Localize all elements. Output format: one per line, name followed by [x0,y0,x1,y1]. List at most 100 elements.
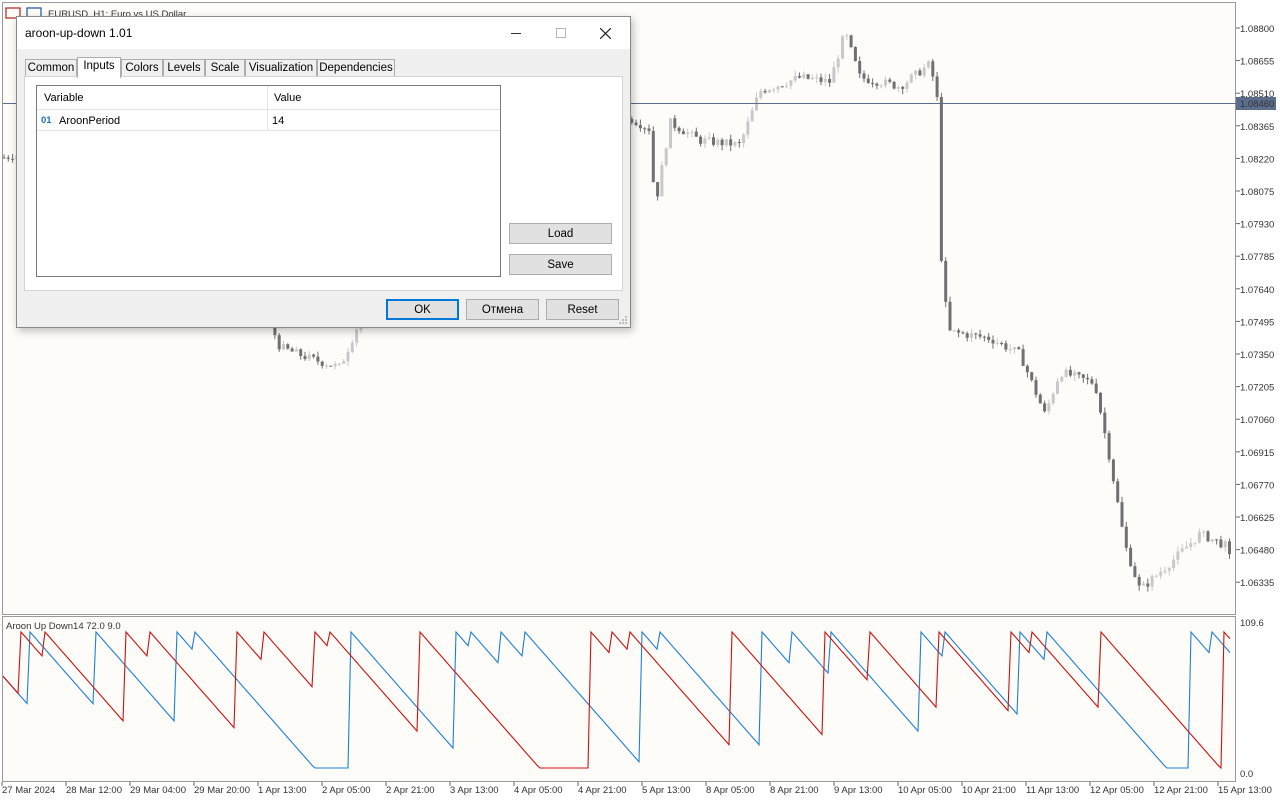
current-price-tag: 1.08460 [1236,97,1276,110]
candle-body [342,361,346,364]
candle-body [772,89,776,91]
candle-body [634,122,638,126]
time-label: 3 Apr 13:00 [450,785,499,796]
value-cell[interactable]: 14 [272,115,284,127]
candle-body [888,79,892,82]
candle-body [896,87,900,89]
load-button[interactable]: Load [509,223,612,244]
candle-body [849,35,853,48]
candle-body [277,335,281,350]
candle-body [1111,459,1115,482]
candle-body [1081,374,1085,378]
candle-body [802,74,806,78]
candle-body [329,365,333,367]
candle-body [1150,576,1154,587]
candle-body [742,134,746,143]
candle-body [316,356,320,362]
maximize-icon[interactable] [538,17,583,49]
ok-button[interactable]: OK [386,299,459,320]
cancel-button[interactable]: Отмена [466,299,539,320]
candle-body [1060,376,1064,382]
variable-column-header[interactable]: Variable [44,92,84,104]
candle-body [694,131,698,137]
dialog-title: aroon-up-down 1.01 [25,26,133,40]
candle-body [759,90,763,98]
price-label: 1.07640 [1240,285,1274,296]
candle-body [1030,372,1034,381]
tab-inputs[interactable]: Inputs [77,57,121,78]
candle-body [750,110,754,122]
dialog-titlebar[interactable]: aroon-up-down 1.01 [17,17,630,49]
time-label: 10 Apr 21:00 [962,785,1016,796]
time-label: 1 Apr 13:00 [258,785,307,796]
candle-body [1219,539,1223,548]
candle-body [1193,542,1197,544]
candle-body [299,349,303,357]
save-button[interactable]: Save [509,254,612,275]
candle-body [312,354,316,357]
candle-body [1185,546,1188,549]
candle-body [978,334,982,337]
candle-body [832,67,836,83]
candle-body [931,61,935,77]
candle-body [1159,572,1163,576]
value-column-header[interactable]: Value [274,92,301,104]
candle-body [1146,583,1150,587]
candle-body [767,90,771,93]
candle-body [1228,541,1231,555]
candle-body [939,97,943,261]
candle-body [858,60,862,74]
price-label: 1.07495 [1240,317,1274,328]
price-label: 1.06915 [1240,448,1274,459]
candle-body [892,81,896,89]
candle-body [875,83,879,86]
price-label: 1.08365 [1240,122,1274,133]
candle-body [922,67,926,76]
candle-body [1013,347,1016,350]
candle-body [1180,548,1184,552]
time-label: 10 Apr 05:00 [898,785,952,796]
minimize-icon[interactable] [493,17,538,49]
tab-common[interactable]: Common [25,59,77,77]
candle-body [1073,372,1077,376]
price-label: 1.07785 [1240,252,1274,263]
price-label: 1.06335 [1240,578,1274,589]
price-label: 1.07205 [1240,383,1274,394]
resize-grip-icon[interactable] [618,315,628,325]
candle-body [1223,541,1227,548]
candle-body [987,336,991,340]
candle-body [307,354,311,360]
candle-body [325,365,328,367]
tab-scale[interactable]: Scale [205,59,245,77]
candle-body [1086,377,1090,380]
candle-body [660,165,664,197]
time-label: 8 Apr 05:00 [706,785,755,796]
table-row[interactable]: 01 AroonPeriod 14 [37,110,500,131]
candle-body [853,47,857,61]
time-label: 27 Mar 2024 [2,785,55,796]
close-icon[interactable] [583,17,628,49]
candle-body [862,73,866,79]
candle-body [879,85,883,87]
candle-body [2,157,6,159]
candle-body [1202,531,1206,533]
tab-levels[interactable]: Levels [163,59,205,77]
candle-body [673,118,677,128]
price-label: 1.06770 [1240,480,1274,491]
tab-dependencies[interactable]: Dependencies [317,59,395,77]
time-label: 5 Apr 13:00 [642,785,691,796]
candle-body [337,363,341,365]
candle-body [948,301,952,331]
candle-body [841,36,844,59]
candle-body [737,142,741,144]
integer-type-icon: 01 [41,115,52,126]
time-label: 8 Apr 21:00 [770,785,819,796]
tab-visualization[interactable]: Visualization [245,59,317,77]
time-label: 28 Mar 12:00 [66,785,122,796]
candle-body [806,74,810,79]
tab-colors[interactable]: Colors [121,59,163,77]
reset-button[interactable]: Reset [546,299,619,320]
time-label: 29 Mar 04:00 [130,785,186,796]
candle-body [828,78,832,83]
candle-body [961,332,965,334]
